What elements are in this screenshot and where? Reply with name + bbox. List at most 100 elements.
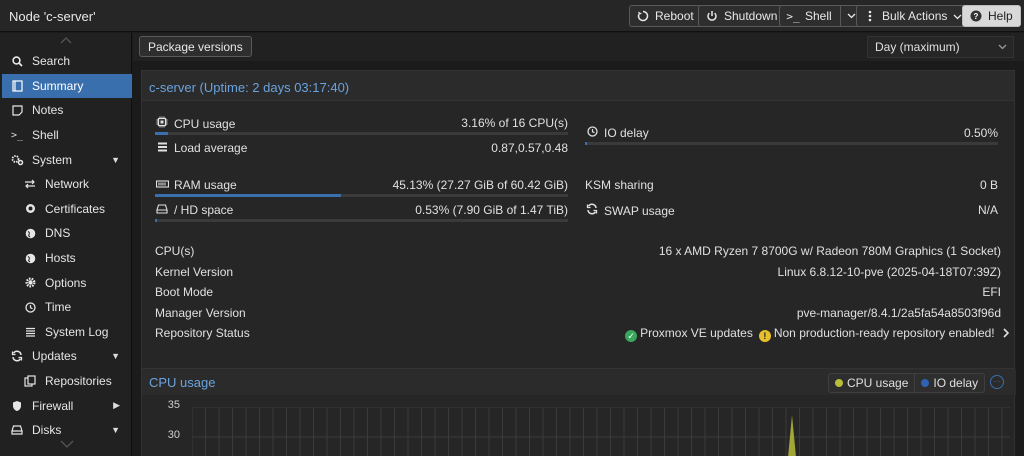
legend-label: IO delay [933,376,979,390]
sidebar-item-shell[interactable]: >_ Shell [0,123,132,148]
caret-down-icon: ▼ [111,351,120,362]
sidebar-item-label: Summary [32,78,84,93]
shutdown-label: Shutdown [724,9,778,23]
refresh-icon [10,350,24,362]
legend-swatch [921,379,930,387]
node-title: Node 'c-server' [9,9,96,24]
sidebar-item-network[interactable]: Network [0,172,132,197]
sidebar-item-label: Repositories [45,374,112,389]
ram-usage-label: RAM usage [155,178,237,192]
sidebar-item-label: Certificates [45,201,106,216]
sidebar-item-repositories[interactable]: Repositories [0,369,132,394]
search-icon [10,56,24,67]
clock-icon [585,126,599,140]
cpu-usage-chart-panel: CPU usage CPU usage IO delay ··· 35 30 [141,368,1016,456]
cpu-usage-value: 3.16% of 16 CPU(s) [461,116,568,130]
repository-ok-text: Proxmox VE updates [640,326,753,340]
reboot-button[interactable]: Reboot [629,5,702,27]
shutdown-button[interactable]: Shutdown [698,5,786,27]
repository-status-label: Repository Status [155,326,250,340]
help-button[interactable]: ? Help [962,5,1021,27]
cpu-usage-bar [155,132,568,135]
refresh-icon [585,203,599,218]
sidebar-item-label: Network [45,177,90,192]
package-versions-button[interactable]: Package versions [139,36,252,57]
swap-usage-label: SWAP usage [585,203,675,218]
timeframe-select[interactable]: Day (maximum) [867,36,1014,58]
repository-status-value[interactable]: ✓ Proxmox VE updates! Non production-ready… [625,326,1010,342]
chart-tools-icon[interactable]: ··· [990,375,1004,389]
chevron-down-icon [998,42,1007,52]
sidebar-item-notes[interactable]: Notes [0,98,132,123]
sidebar-item-label: Firewall [32,398,74,413]
cpu-usage-plot [192,407,1010,456]
shell-label: Shell [805,9,832,23]
legend-swatch [835,379,843,387]
shield-icon [10,400,24,412]
sidebar-nav: Search Summary Notes >_ Shell System ▼ N… [0,49,132,443]
boot-mode-value: EFI [982,285,1001,299]
disks-icon [10,425,24,435]
warning-icon: ! [758,330,771,342]
reboot-icon [637,10,649,22]
hdd-icon [155,204,169,217]
memory-icon [155,180,169,192]
sidebar-item-time[interactable]: Time [0,295,132,320]
sidebar-item-system-log[interactable]: System Log [0,320,132,345]
sidebar-item-firewall[interactable]: Firewall ▶ [0,393,132,418]
sidebar-item-summary[interactable]: Summary [2,73,132,99]
manager-version-value: pve-manager/8.4.1/2a5fa54a8503f96d [796,306,1001,320]
shell-button[interactable]: >_ Shell [779,5,864,27]
bulk-actions-label: Bulk Actions [882,9,948,23]
kernel-version-value: Linux 6.8.12-10-pve (2025-04-18T07:39Z) [777,265,1001,279]
hd-space-label: / HD space [155,203,233,217]
ram-usage-bar [155,194,568,197]
caret-right-icon: ▶ [113,400,120,411]
sidebar-item-label: Notes [32,103,64,118]
sidebar-item-label: Shell [32,128,59,143]
load-average-value: 0.87,0.57,0.48 [491,141,568,155]
bulk-actions-button[interactable]: Bulk Actions [856,5,971,27]
repository-warning-text: Non production-ready repository enabled! [773,326,995,340]
summary-content: Package versions Day (maximum) c-server … [133,33,1024,456]
chevron-down-icon[interactable] [60,437,74,451]
legend-cpu-usage[interactable]: CPU usage [829,374,914,392]
sidebar-item-updates[interactable]: Updates ▼ [0,344,132,369]
chart-title: CPU usage [149,375,216,390]
kernel-version-label: Kernel Version [155,265,234,279]
sidebar-item-label: Hosts [45,251,76,266]
certificate-icon [23,203,37,214]
sidebar-item-label: Disks [32,423,62,438]
ram-usage-bar-fill [155,194,342,197]
sidebar-item-dns[interactable]: DNS [0,221,132,246]
sidebar-item-system[interactable]: System ▼ [0,147,132,172]
y-tick-label: 30 [167,429,180,441]
caret-down-icon: ▼ [111,154,120,165]
chevron-up-icon[interactable] [60,35,72,47]
sidebar-item-hosts[interactable]: Hosts [0,246,132,271]
sidebar-item-label: Updates [32,349,77,364]
cpus-label: CPU(s) [155,244,195,258]
node-status-title: c-server (Uptime: 2 days 03:17:40) [142,71,1014,101]
notes-icon [10,105,24,116]
tasks-icon [155,142,169,155]
load-average-label: Load average [155,141,247,155]
help-label: Help [988,9,1013,23]
sidebar-item-label: Search [32,54,71,69]
legend-io-delay[interactable]: IO delay [914,374,984,392]
help-icon: ? [970,10,982,22]
globe-icon [23,253,37,264]
summary-icon [10,80,24,92]
node-status-panel: c-server (Uptime: 2 days 03:17:40) CPU u… [141,70,1015,392]
shell-dropdown-toggle[interactable] [839,6,856,26]
ellipsis-vertical-icon [864,10,876,22]
check-circle-icon: ✓ [625,330,638,342]
sidebar-item-options[interactable]: Options [0,270,132,295]
cpu-usage-label: CPU usage [155,116,235,131]
timeframe-value: Day (maximum) [875,40,960,54]
ksm-sharing-label: KSM sharing [585,178,654,192]
sidebar-item-search[interactable]: Search [0,49,132,74]
sidebar-item-certificates[interactable]: Certificates [0,197,132,222]
node-sidebar: Search Summary Notes >_ Shell System ▼ N… [0,33,132,456]
hd-space-value: 0.53% (7.90 GiB of 1.47 TiB) [415,203,568,217]
